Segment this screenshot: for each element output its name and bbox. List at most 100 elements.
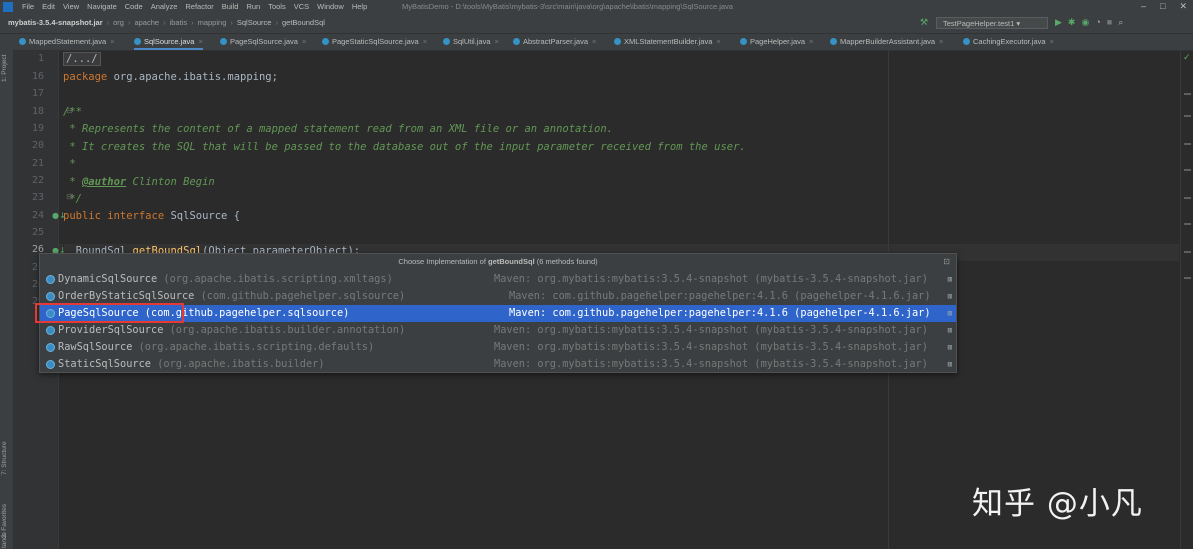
interface-icon	[134, 38, 141, 45]
library-icon: ▥	[947, 360, 952, 368]
folded-import-region[interactable]: /.../	[63, 52, 101, 66]
menu-tools[interactable]: Tools	[268, 2, 286, 11]
library-icon: ▥	[947, 309, 952, 317]
tab-mappedstatement[interactable]: MappedStatement.java ×	[19, 34, 115, 50]
implementation-item[interactable]: ProviderSqlSource (org.apache.ibatis.bui…	[40, 322, 956, 339]
close-tab-icon[interactable]: ×	[495, 37, 499, 46]
stripe-marker[interactable]	[1184, 251, 1191, 253]
class-icon	[740, 38, 747, 45]
menu-run[interactable]: Run	[246, 2, 260, 11]
tab-pagestaticsqlsource[interactable]: PageStaticSqlSource.java ×	[322, 34, 427, 50]
close-tab-icon[interactable]: ×	[1050, 37, 1054, 46]
breadcrumb-ibatis[interactable]: ibatis	[170, 18, 188, 27]
menu-vcs[interactable]: VCS	[294, 2, 309, 11]
run-icon[interactable]: ▶	[1055, 17, 1062, 28]
tab-pagehelper[interactable]: PageHelper.java ×	[740, 34, 813, 50]
implementation-item[interactable]: StaticSqlSource (org.apache.ibatis.build…	[40, 356, 956, 373]
minimize-icon[interactable]: –	[1141, 1, 1146, 12]
menu-analyze[interactable]: Analyze	[151, 2, 178, 11]
stripe-marker[interactable]	[1184, 115, 1191, 117]
pin-popup-icon[interactable]: ⊡	[943, 254, 950, 269]
close-tab-icon[interactable]: ×	[198, 37, 202, 46]
persistence-tool-button[interactable]: tance	[1, 532, 8, 548]
menu-edit[interactable]: Edit	[42, 2, 55, 11]
line-number: 25	[31, 227, 44, 238]
inspection-ok-icon[interactable]: ✓	[1183, 53, 1191, 63]
library-icon: ▥	[947, 343, 952, 351]
close-tab-icon[interactable]: ×	[423, 37, 427, 46]
stripe-marker[interactable]	[1184, 277, 1191, 279]
search-everywhere-icon[interactable]: ⌕	[1118, 17, 1123, 28]
stripe-marker[interactable]	[1184, 143, 1191, 145]
menu-window[interactable]: Window	[317, 2, 344, 11]
close-tab-icon[interactable]: ×	[110, 37, 114, 46]
menu-file[interactable]: File	[22, 2, 34, 11]
breadcrumb-jar[interactable]: mybatis-3.5.4-snapshot.jar	[8, 18, 103, 27]
code-line-18: /**	[63, 106, 82, 118]
editor-error-stripe[interactable]: ✓	[1180, 51, 1193, 549]
implementation-item[interactable]: DynamicSqlSource (org.apache.ibatis.scri…	[40, 271, 956, 288]
navigation-bar: mybatis-3.5.4-snapshot.jar › org › apache ›…	[0, 14, 1193, 34]
tab-sqlutil[interactable]: SqlUtil.java ×	[443, 34, 499, 50]
class-icon	[830, 38, 837, 45]
menu-refactor[interactable]: Refactor	[185, 2, 213, 11]
breadcrumb: mybatis-3.5.4-snapshot.jar › org › apache ›…	[8, 18, 325, 27]
tab-cachingexecutor[interactable]: CachingExecutor.java ×	[963, 34, 1054, 50]
tab-pagesqlsource[interactable]: PageSqlSource.java ×	[220, 34, 306, 50]
breadcrumb-getboundsql[interactable]: getBoundSql	[282, 18, 325, 27]
build-hammer-icon[interactable]: ⚒	[920, 17, 928, 28]
close-tab-icon[interactable]: ×	[809, 37, 813, 46]
line-number: 20	[31, 140, 44, 151]
intellij-app-icon	[3, 2, 13, 12]
breadcrumb-mapping[interactable]: mapping	[198, 18, 227, 27]
tab-xmlstatementbuilder[interactable]: XMLStatementBuilder.java ×	[614, 34, 721, 50]
window-title: MyBatisDemo - D:\tools\MyBatis\mybatis-3…	[402, 2, 733, 11]
close-tab-icon[interactable]: ×	[716, 37, 720, 46]
editor-tabs: MappedStatement.java × SqlSource.java × Pa…	[13, 34, 1193, 51]
menu-view[interactable]: View	[63, 2, 79, 11]
stripe-marker[interactable]	[1184, 223, 1191, 225]
project-tool-button[interactable]: 1: Project	[1, 55, 8, 82]
menu-code[interactable]: Code	[125, 2, 143, 11]
stripe-marker[interactable]	[1184, 169, 1191, 171]
library-icon: ▥	[947, 292, 952, 300]
line-number: 19	[31, 123, 44, 134]
coverage-icon[interactable]: ◉	[1081, 17, 1089, 28]
breadcrumb-sqlsource[interactable]: SqlSource	[237, 18, 272, 27]
stripe-marker[interactable]	[1184, 93, 1191, 95]
class-icon	[19, 38, 26, 45]
code-line-22: * @author Clinton Begin	[63, 176, 215, 188]
tab-mapperbuilderassistant[interactable]: MapperBuilderAssistant.java ×	[830, 34, 943, 50]
maximize-icon[interactable]: □	[1160, 1, 1165, 12]
code-line-20: * It creates the SQL that will be passed…	[63, 141, 746, 153]
breadcrumb-apache[interactable]: apache	[134, 18, 159, 27]
menu-navigate[interactable]: Navigate	[87, 2, 117, 11]
stop-icon[interactable]: ■	[1107, 17, 1112, 28]
structure-tool-button[interactable]: 7: Structure	[1, 441, 8, 475]
close-tab-icon[interactable]: ×	[302, 37, 306, 46]
close-tab-icon[interactable]: ×	[592, 37, 596, 46]
code-line-24: public interface SqlSource {	[63, 210, 241, 222]
class-icon	[46, 343, 55, 352]
class-icon	[46, 360, 55, 369]
menu-help[interactable]: Help	[352, 2, 367, 11]
debug-icon[interactable]: ✱	[1068, 17, 1076, 28]
tab-abstractparser[interactable]: AbstractParser.java ×	[513, 34, 596, 50]
menu-build[interactable]: Build	[222, 2, 239, 11]
close-tab-icon[interactable]: ×	[939, 37, 943, 46]
library-icon: ▥	[947, 326, 952, 334]
profile-icon[interactable]: ◔	[1095, 17, 1100, 28]
code-line-1: /.../	[63, 51, 101, 68]
stripe-marker[interactable]	[1184, 197, 1191, 199]
class-icon	[46, 292, 55, 301]
line-number: 17	[31, 88, 44, 99]
tab-sqlsource[interactable]: SqlSource.java ×	[134, 34, 203, 50]
zhihu-watermark: 知乎 @小凡	[972, 486, 1143, 522]
code-line-23: */	[63, 193, 82, 205]
close-icon[interactable]: ✕	[1179, 1, 1187, 12]
library-icon: ▥	[947, 275, 952, 283]
breadcrumb-org[interactable]: org	[113, 18, 124, 27]
class-icon	[513, 38, 520, 45]
implementation-item[interactable]: RawSqlSource (org.apache.ibatis.scriptin…	[40, 339, 956, 356]
run-configuration-select[interactable]: TestPageHelper.test1 ▾	[936, 17, 1048, 29]
